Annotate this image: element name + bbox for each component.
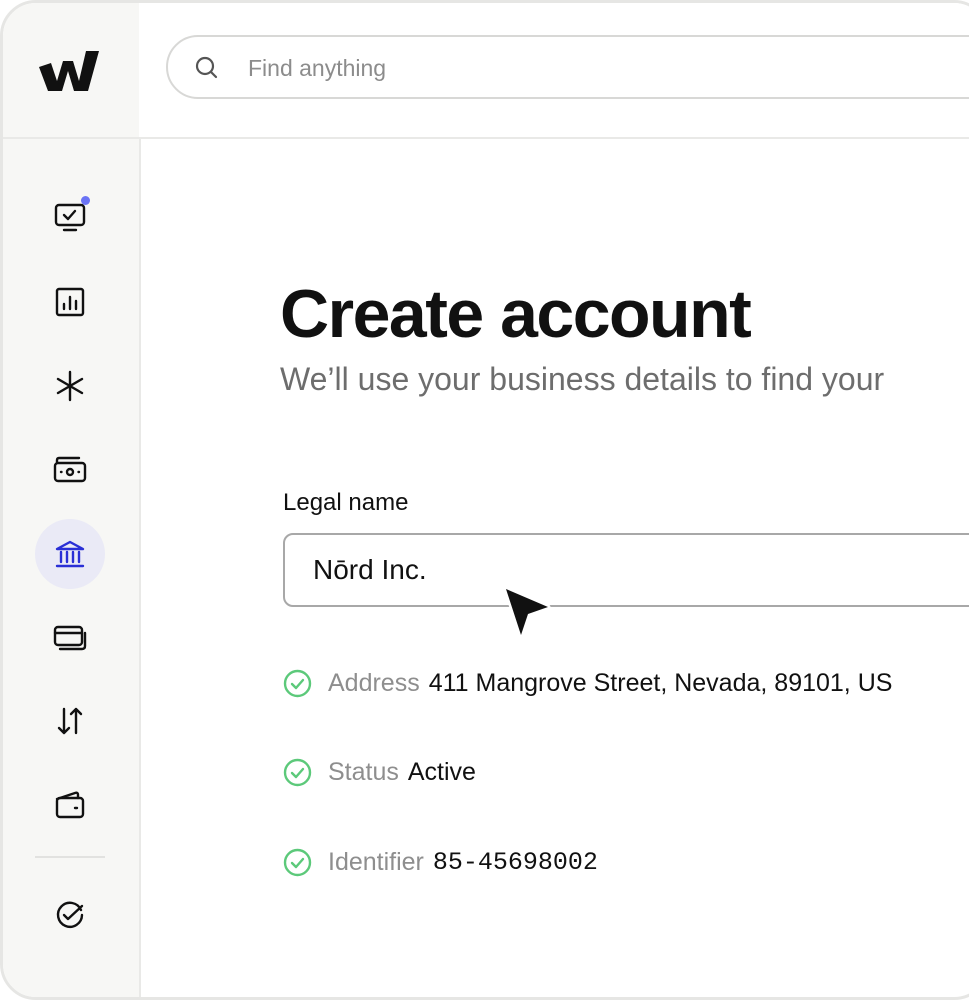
bar-chart-icon: [55, 287, 85, 317]
wallet-icon: [55, 791, 85, 819]
detail-row-status: Status Active: [283, 756, 476, 788]
check-circle-icon: [283, 669, 312, 697]
detail-value: 411 Mangrove Street, Nevada, 89101, US: [428, 668, 893, 697]
legal-name-input[interactable]: [283, 533, 969, 607]
sidebar-item-cards[interactable]: [35, 603, 105, 673]
sidebar-item-analytics[interactable]: [35, 267, 105, 337]
notification-dot: [81, 196, 90, 205]
asterisk-icon: [56, 370, 84, 402]
sidebar-item-banking[interactable]: [35, 519, 105, 589]
cards-icon: [53, 625, 87, 651]
detail-key: Status: [328, 757, 399, 786]
sidebar-item-tasks[interactable]: [35, 182, 105, 252]
sidebar-item-wallet[interactable]: [35, 770, 105, 840]
detail-key: Address: [328, 668, 420, 697]
sidebar-divider: [35, 856, 105, 858]
detail-row-identifier: Identifier 85-45698002: [283, 846, 598, 878]
detail-key: Identifier: [328, 847, 424, 876]
app-window: Create account We’ll use your business d…: [0, 0, 969, 1000]
detail-row-address: Address 411 Mangrove Street, Nevada, 891…: [283, 667, 892, 699]
search-icon: [195, 56, 218, 79]
top-bar: [139, 3, 969, 139]
search-input[interactable]: [246, 51, 850, 85]
sidebar-item-ai[interactable]: [35, 351, 105, 421]
search-bar[interactable]: [166, 35, 969, 99]
sidebar-item-transfers[interactable]: [35, 686, 105, 756]
detail-value: 85-45698002: [432, 847, 598, 877]
sidebar-item-approvals[interactable]: [35, 880, 105, 950]
sidebar: [3, 3, 141, 997]
page-subtitle: We’ll use your business details to find …: [280, 361, 885, 397]
check-circle-icon: [56, 901, 84, 928]
check-circle-icon: [283, 758, 312, 786]
logo-icon[interactable]: [39, 47, 101, 95]
page-title: Create account: [280, 276, 752, 352]
mouse-pointer-icon: [503, 586, 551, 638]
bank-icon: [55, 540, 85, 568]
transfer-arrows-icon: [57, 707, 83, 735]
sidebar-item-payments[interactable]: [35, 435, 105, 505]
legal-name-label: Legal name: [283, 489, 409, 516]
cash-icon: [53, 456, 87, 483]
check-circle-icon: [283, 848, 312, 876]
logo-area: [3, 3, 139, 139]
monitor-check-icon: [54, 203, 86, 232]
detail-value: Active: [407, 757, 476, 786]
